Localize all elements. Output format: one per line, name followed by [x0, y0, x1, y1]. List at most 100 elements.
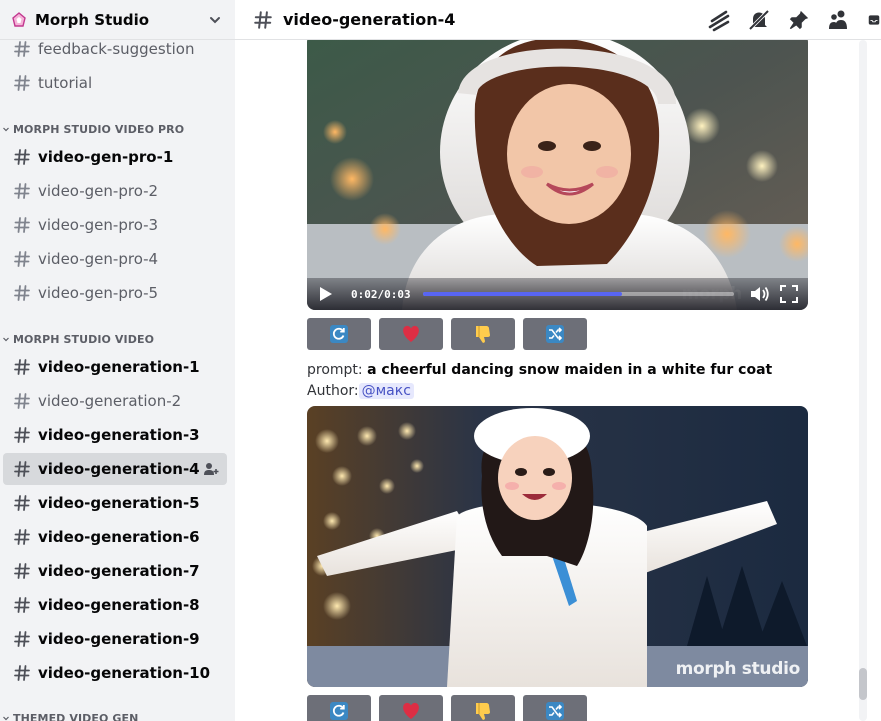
channel-label: feedback-suggestion: [38, 40, 195, 58]
prompt-line: prompt: a cheerful dancing snow maiden i…: [307, 362, 772, 378]
hash-icon: [12, 283, 32, 303]
sidebar-channel-video-generation-5[interactable]: video-generation-5: [3, 487, 227, 519]
hash-icon: [12, 73, 32, 93]
scrollbar-thumb[interactable]: [859, 668, 867, 700]
hash-icon: [12, 629, 32, 649]
dislike-button[interactable]: [451, 695, 515, 721]
channel-label: video-gen-pro-5: [38, 284, 159, 302]
video-player[interactable]: morph 0:02/0:03: [307, 40, 808, 310]
fullscreen-icon[interactable]: [778, 283, 800, 305]
channel-label: tutorial: [38, 74, 93, 92]
hash-icon: [253, 9, 275, 31]
sidebar-channel-video-generation-1[interactable]: video-generation-1: [3, 351, 227, 383]
channel-title: video-generation-4: [283, 10, 456, 29]
channel-label: video-generation-5: [38, 494, 200, 512]
server-icon: [10, 11, 28, 29]
channel-label: video-gen-pro-2: [38, 182, 159, 200]
member-list-icon[interactable]: [827, 8, 851, 32]
channel-label: video-generation-4: [38, 460, 200, 478]
threads-icon[interactable]: [707, 8, 731, 32]
channel-label: video-generation-7: [38, 562, 200, 580]
sidebar-channel-video-generation-4[interactable]: video-generation-4: [3, 453, 227, 485]
chevron-down-icon: [2, 125, 11, 134]
sidebar-channel-video-generation-6[interactable]: video-generation-6: [3, 521, 227, 553]
regenerate-button[interactable]: [307, 318, 371, 350]
regenerate-icon: [330, 325, 348, 343]
category-morph-studio-video-pro[interactable]: MORPH STUDIO VIDEO PRO: [0, 121, 235, 137]
sidebar-channel-video-gen-pro-1[interactable]: video-gen-pro-1: [3, 141, 227, 173]
channel-label: video-generation-9: [38, 630, 200, 648]
shuffle-button[interactable]: [523, 318, 587, 350]
video-progress-fill: [423, 292, 623, 296]
dislike-button[interactable]: [451, 318, 515, 350]
hash-icon: [12, 391, 32, 411]
channel-label: video-gen-pro-3: [38, 216, 159, 234]
notification-muted-icon[interactable]: [747, 8, 771, 32]
video-time: 0:02/0:03: [351, 287, 411, 301]
hash-icon: [12, 147, 32, 167]
sidebar-channel-tutorial[interactable]: tutorial: [3, 67, 227, 99]
sidebar-channel-video-gen-pro-3[interactable]: video-gen-pro-3: [3, 209, 227, 241]
channel-header: video-generation-4: [235, 0, 881, 40]
hash-icon: [12, 39, 32, 59]
heart-icon: [403, 702, 419, 719]
channel-sidebar: Morph Studio feedback-suggestion tutoria…: [0, 0, 235, 721]
sidebar-channel-video-generation-7[interactable]: video-generation-7: [3, 555, 227, 587]
play-icon[interactable]: [315, 284, 335, 304]
sidebar-channel-video-gen-pro-5[interactable]: video-gen-pro-5: [3, 277, 227, 309]
author-line: Author: @макс: [307, 383, 414, 399]
regenerate-icon: [330, 702, 348, 720]
video-player[interactable]: morph studio: [307, 406, 808, 687]
shuffle-button[interactable]: [523, 695, 587, 721]
sidebar-channel-video-generation-10[interactable]: video-generation-10: [3, 657, 227, 689]
channel-label: video-generation-8: [38, 596, 200, 614]
server-name: Morph Studio: [35, 10, 150, 29]
hash-icon: [12, 493, 32, 513]
regenerate-button[interactable]: [307, 695, 371, 721]
channel-label: video-generation-6: [38, 528, 200, 546]
video-thumbnail-snow-maiden: [307, 406, 808, 687]
category-morph-studio-video[interactable]: MORPH STUDIO VIDEO: [0, 331, 235, 347]
thumbs-down-icon: [476, 703, 490, 720]
hash-icon: [12, 425, 32, 445]
create-invite-icon[interactable]: [203, 461, 219, 477]
hash-icon: [12, 357, 32, 377]
thumbs-down-icon: [476, 326, 490, 343]
sidebar-channel-video-gen-pro-4[interactable]: video-gen-pro-4: [3, 243, 227, 275]
hash-icon: [12, 527, 32, 547]
inbox-icon[interactable]: [867, 8, 881, 32]
scrollbar-track[interactable]: [859, 40, 867, 721]
video-controls: 0:02/0:03: [307, 278, 808, 310]
hash-icon: [12, 215, 32, 235]
prompt-text: a cheerful dancing snow maiden in a whit…: [367, 362, 773, 378]
sidebar-channel-video-generation-2[interactable]: video-generation-2: [3, 385, 227, 417]
message-list: morph 0:02/0:03: [235, 40, 881, 721]
sidebar-channel-video-gen-pro-2[interactable]: video-gen-pro-2: [3, 175, 227, 207]
sidebar-channel-video-generation-9[interactable]: video-generation-9: [3, 623, 227, 655]
hash-icon: [12, 181, 32, 201]
shuffle-icon: [546, 325, 564, 343]
action-button-row: [307, 695, 587, 721]
favorite-button[interactable]: [379, 695, 443, 721]
pin-icon[interactable]: [787, 8, 811, 32]
sidebar-channel-video-generation-8[interactable]: video-generation-8: [3, 589, 227, 621]
category-label: MORPH STUDIO VIDEO: [13, 332, 155, 346]
category-themed-video-gen[interactable]: THEMED VIDEO GEN: [0, 710, 235, 721]
channel-label: video-gen-pro-4: [38, 250, 159, 268]
video-watermark: morph studio: [675, 659, 801, 679]
author-mention[interactable]: @макс: [358, 383, 414, 399]
channel-label: video-generation-3: [38, 426, 200, 444]
sidebar-channel-video-generation-3[interactable]: video-generation-3: [3, 419, 227, 451]
hash-icon: [12, 595, 32, 615]
action-button-row: [307, 318, 587, 350]
favorite-button[interactable]: [379, 318, 443, 350]
chevron-down-icon[interactable]: [207, 12, 223, 28]
channel-label: video-gen-pro-1: [38, 148, 174, 166]
category-label: THEMED VIDEO GEN: [13, 711, 139, 721]
prompt-label: prompt:: [307, 362, 363, 378]
channel-label: video-generation-2: [38, 392, 182, 410]
video-progress-bar[interactable]: [423, 292, 734, 296]
server-header[interactable]: Morph Studio: [0, 0, 235, 40]
volume-icon[interactable]: [748, 283, 770, 305]
category-label: MORPH STUDIO VIDEO PRO: [13, 122, 185, 136]
